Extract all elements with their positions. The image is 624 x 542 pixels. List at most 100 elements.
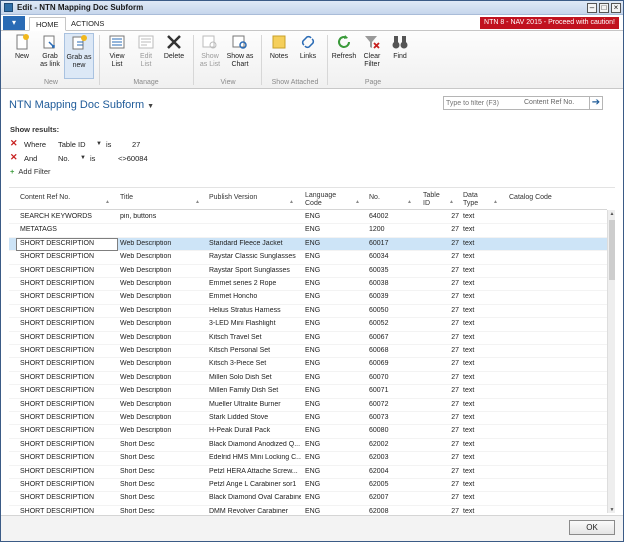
cell-lang: ENG	[305, 454, 321, 462]
cell-no: 60068	[369, 347, 389, 354]
cell-content-ref: SHORT DESCRIPTION	[20, 253, 95, 261]
table-row[interactable]: SHORT DESCRIPTION Web Description Standard…	[9, 237, 607, 252]
cell-lang: ENG	[305, 467, 321, 475]
table-row[interactable]: SHORT DESCRIPTION Web Description Millen S…	[9, 372, 607, 386]
language-label-1: Language	[305, 192, 337, 199]
cell-lang: ENG	[305, 440, 321, 448]
cell-no: 60067	[369, 333, 389, 341]
clear-filter-button[interactable]: Clear Filter	[359, 33, 385, 79]
scroll-down-icon[interactable]: ▼	[609, 506, 615, 513]
remove-filter-icon[interactable]: ✕	[10, 138, 18, 149]
edit-list-button[interactable]: Edit List	[133, 33, 159, 79]
view-list-button[interactable]: View List	[104, 33, 130, 79]
grab-as-link-button[interactable]: Grab as link	[37, 33, 63, 79]
table-row[interactable]: SHORT DESCRIPTION Short Desc DMM Revolver …	[9, 506, 607, 513]
filter-operator: is	[106, 140, 112, 149]
cell-lang: ENG	[305, 427, 321, 435]
filter-value[interactable]: 27	[132, 140, 140, 149]
minimize-icon[interactable]: –	[587, 3, 597, 13]
table-row[interactable]: SHORT DESCRIPTION Short Desc Petzl HERA At…	[9, 466, 607, 479]
find-button[interactable]: Find	[387, 33, 413, 79]
cell-title: Web Description	[120, 387, 172, 395]
filter-field[interactable]: No.	[58, 154, 70, 163]
cell-lang: ENG	[305, 494, 321, 502]
column-header-title[interactable]: Title	[120, 194, 133, 202]
refresh-button[interactable]: Refresh	[331, 33, 357, 79]
table-row[interactable]: SHORT DESCRIPTION Web Description Emmet Ho…	[9, 291, 607, 305]
add-filter-button[interactable]: + Add Filter	[10, 167, 51, 176]
cell-data-type: text	[463, 293, 475, 301]
column-header-language-code[interactable]: Language Code	[305, 192, 336, 208]
scroll-up-icon[interactable]: ▲	[609, 210, 615, 218]
links-label: Links	[299, 53, 317, 60]
table-row[interactable]: SHORT DESCRIPTION Web Description H-Peak D…	[9, 425, 607, 439]
cell-data-type: text	[463, 266, 475, 274]
maximize-icon[interactable]: □	[599, 3, 609, 13]
table-row[interactable]: SHORT DESCRIPTION Web Description Kitsch 3…	[9, 358, 607, 372]
table-row[interactable]: SHORT DESCRIPTION Web Description Helius S…	[9, 305, 607, 319]
column-header-content-ref[interactable]: Content Ref No.	[20, 194, 70, 202]
cell-no: 64002	[369, 213, 389, 220]
ok-button[interactable]: OK	[569, 520, 615, 535]
table-row[interactable]: SHORT DESCRIPTION Web Description Raystar …	[9, 251, 607, 265]
link-chain-icon	[301, 35, 315, 49]
table-row[interactable]: SHORT DESCRIPTION Web Description Kitsch T…	[9, 332, 607, 345]
chevron-down-icon[interactable]: ▼	[96, 141, 102, 147]
table-row[interactable]: SHORT DESCRIPTION Short Desc Edelrid HMS M…	[9, 452, 607, 466]
tab-home[interactable]: HOME	[29, 17, 66, 31]
table-row[interactable]: SHORT DESCRIPTION Web Description Emmet se…	[9, 278, 607, 292]
column-header-no[interactable]: No.	[369, 194, 380, 202]
table-row[interactable]: SHORT DESCRIPTION Web Description Kitsch P…	[9, 345, 607, 359]
show-as-list-button[interactable]: Show as List	[197, 33, 223, 79]
table-row[interactable]: SHORT DESCRIPTION Web Description Millen F…	[9, 385, 607, 399]
grab-as-new-label-2: new	[72, 62, 86, 69]
table-row[interactable]: METATAGS ENG 1200 27 text	[9, 224, 607, 238]
links-button[interactable]: Links	[295, 33, 321, 79]
column-header-publish-version[interactable]: Publish Version	[209, 194, 257, 202]
filter-value[interactable]: <>60084	[118, 154, 148, 163]
table-row[interactable]: SHORT DESCRIPTION Web Description Mueller …	[9, 399, 607, 412]
notes-icon	[272, 35, 286, 49]
cell-data-type: text	[463, 213, 475, 220]
cell-no: 60038	[369, 280, 389, 287]
new-button[interactable]: New	[9, 33, 35, 79]
grab-as-new-button[interactable]: Grab as new	[64, 33, 94, 79]
tab-actions[interactable]: ACTIONS	[65, 17, 110, 31]
show-as-chart-button[interactable]: Show as Chart	[225, 33, 255, 79]
notes-button[interactable]: Notes	[266, 33, 292, 79]
table-row[interactable]: SHORT DESCRIPTION Web Description 3-LED Mi…	[9, 318, 607, 332]
column-header-catalog-code[interactable]: Catalog Code	[509, 194, 552, 202]
cell-table-id: 27	[451, 481, 459, 488]
cell-data-type: text	[463, 333, 475, 341]
column-header-table-id[interactable]: Table ID	[423, 192, 440, 208]
search-input[interactable]	[446, 98, 520, 109]
arrow-right-icon[interactable]: ➔	[589, 96, 603, 110]
cell-title: pin, buttons	[120, 213, 157, 220]
filter-field[interactable]: Table ID	[58, 140, 86, 149]
table-row[interactable]: SHORT DESCRIPTION Web Description Stark Li…	[9, 412, 607, 426]
chevron-down-icon[interactable]: ▼	[80, 155, 86, 161]
remove-filter-icon[interactable]: ✕	[10, 152, 18, 163]
app-menu-button[interactable]: ▾	[3, 16, 25, 30]
scrollbar-thumb[interactable]	[609, 220, 615, 280]
title-bar: Edit - NTN Mapping Doc Subform – □ ×	[1, 1, 623, 15]
table-row[interactable]: SHORT DESCRIPTION Short Desc Black Diamond…	[9, 439, 607, 453]
cell-lang: ENG	[305, 360, 321, 368]
table-row[interactable]: SHORT DESCRIPTION Short Desc Petzl Ange L …	[9, 479, 607, 493]
table-row[interactable]: SHORT DESCRIPTION Web Description Raystar …	[9, 265, 607, 278]
notes-label: Notes	[269, 53, 289, 60]
cell-content-ref: SHORT DESCRIPTION	[20, 239, 95, 247]
vertical-scrollbar[interactable]: ▲ ▼	[607, 210, 615, 513]
filter-field-select[interactable]: Content Ref No.	[524, 99, 574, 106]
data-type-label-2: Type	[463, 200, 479, 207]
column-header-data-type[interactable]: Data Type	[463, 192, 478, 208]
language-label-2: Code	[305, 200, 322, 207]
cell-content-ref: SHORT DESCRIPTION	[20, 347, 95, 354]
table-row[interactable]: SEARCH KEYWORDS pin, buttons ENG 64002 27 tex…	[9, 211, 607, 225]
page-title[interactable]: NTN Mapping Doc Subform ▼	[9, 99, 154, 111]
table-row[interactable]: SHORT DESCRIPTION Short Desc Black Diamond…	[9, 492, 607, 506]
delete-button[interactable]: Delete	[161, 33, 187, 79]
cell-data-type: text	[463, 481, 475, 488]
cell-publish-version: Mueller Ultralite Burner	[209, 400, 281, 408]
close-icon[interactable]: ×	[611, 3, 621, 13]
